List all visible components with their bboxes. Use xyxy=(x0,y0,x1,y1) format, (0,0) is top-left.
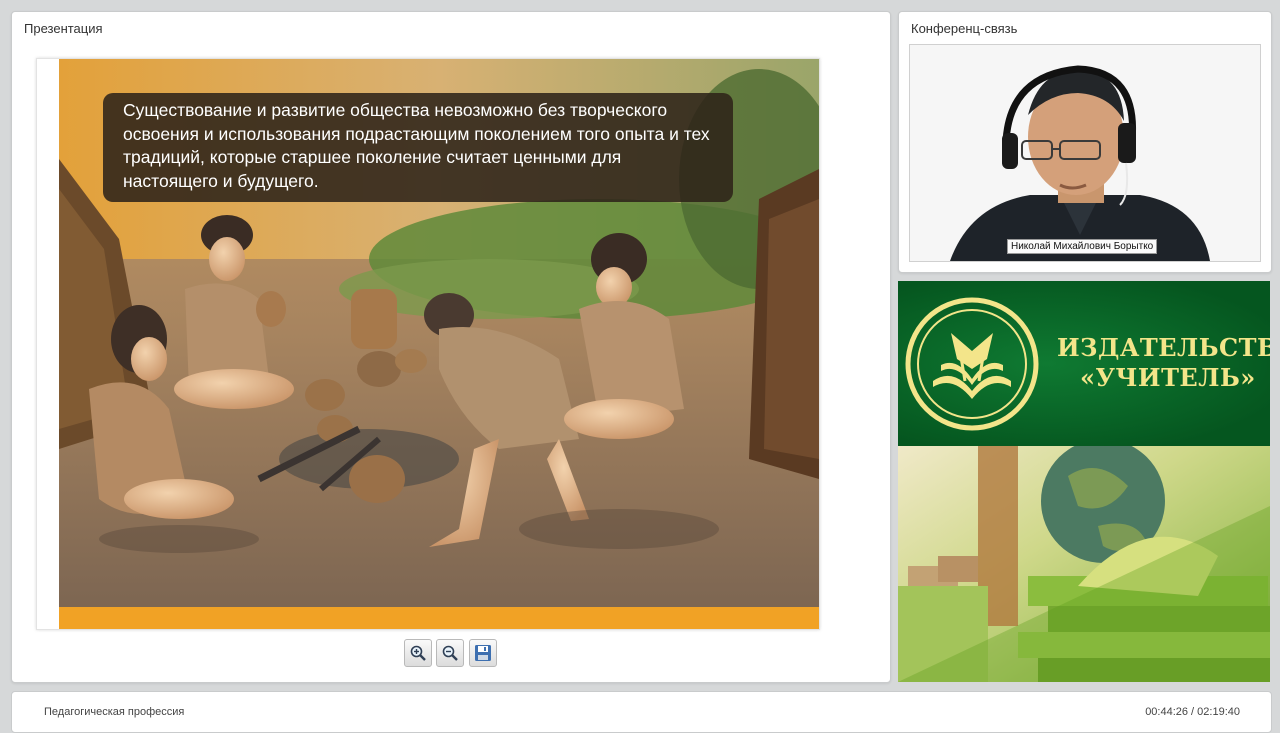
presentation-slide: Существование и развитие общества невозм… xyxy=(36,58,820,630)
zoom-in-icon xyxy=(410,645,426,661)
banner-books-image xyxy=(898,446,1270,682)
slide-image: Существование и развитие общества невозм… xyxy=(59,59,819,607)
presentation-panel: Презентация Существование и развитие общ… xyxy=(11,11,891,683)
conference-panel: Конференц-связь Николай Михайлович Борыт… xyxy=(898,11,1272,273)
presentation-title: Презентация xyxy=(24,21,103,36)
footer-bar: Педагогическая профессия 00:44:26 / 02:1… xyxy=(11,691,1272,733)
banner-title-line2: «УЧИТЕЛЬ» xyxy=(1080,363,1256,392)
zoom-in-button[interactable] xyxy=(404,639,432,667)
save-button[interactable] xyxy=(469,639,497,667)
slide-quote-text: Существование и развитие общества невозм… xyxy=(103,93,733,202)
zoom-out-icon xyxy=(442,645,458,661)
speaker-name-label: Николай Михайлович Борытко xyxy=(1007,239,1158,254)
zoom-out-button[interactable] xyxy=(436,639,464,667)
publisher-logo-icon xyxy=(905,297,1039,431)
save-icon xyxy=(475,645,491,661)
playback-time: 00:44:26 / 02:19:40 xyxy=(1145,706,1240,718)
course-title: Педагогическая профессия xyxy=(44,706,185,718)
slide-footer-bar xyxy=(59,607,819,629)
publisher-banner[interactable]: ИЗДАТЕЛЬСТВО «УЧИТЕЛЬ» xyxy=(898,281,1270,682)
speaker-video: Николай Михайлович Борытко xyxy=(909,44,1261,262)
banner-title-line1: ИЗДАТЕЛЬСТВО xyxy=(1057,333,1270,362)
conference-title: Конференц-связь xyxy=(911,21,1018,36)
banner-logo-area: ИЗДАТЕЛЬСТВО «УЧИТЕЛЬ» xyxy=(898,281,1270,446)
